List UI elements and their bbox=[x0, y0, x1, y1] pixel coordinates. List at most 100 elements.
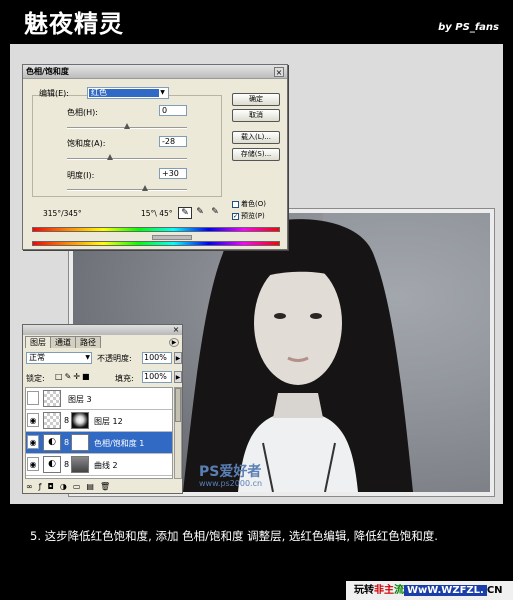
chevron-down-icon: ▼ bbox=[85, 354, 90, 361]
load-button[interactable]: 载入(L)... bbox=[232, 131, 280, 144]
panel-close-icon[interactable]: × bbox=[172, 326, 180, 334]
edit-label: 编辑(E): bbox=[39, 89, 69, 98]
brand-part-1: 玩转 bbox=[354, 585, 374, 596]
opacity-input[interactable]: 100% bbox=[142, 352, 172, 364]
header: 魅夜精灵 by PS_fans bbox=[0, 0, 513, 44]
fill-input[interactable]: 100% bbox=[142, 371, 172, 383]
adjustment-icon: ◐ bbox=[43, 434, 61, 451]
lock-all-icon[interactable]: ■ bbox=[82, 372, 92, 381]
watermark-logo: PS爱好者 bbox=[199, 464, 262, 480]
hue-slider-thumb[interactable] bbox=[124, 123, 130, 129]
saturation-label: 饱和度(A): bbox=[67, 139, 106, 148]
panel-titlebar bbox=[23, 325, 182, 335]
blend-mode-select[interactable]: 正常 ▼ bbox=[26, 352, 92, 364]
eye-icon[interactable]: ◉ bbox=[27, 457, 39, 471]
hue-label: 色相(H): bbox=[67, 108, 98, 117]
tab-layers[interactable]: 图层 bbox=[25, 336, 51, 348]
scrollbar-thumb[interactable] bbox=[175, 388, 181, 422]
lock-paint-icon[interactable]: ✎ bbox=[65, 372, 74, 381]
brand-part-3: 流 bbox=[394, 585, 404, 596]
cancel-button[interactable]: 取消 bbox=[232, 109, 280, 122]
trash-icon[interactable]: 🗑 bbox=[100, 482, 116, 491]
adjustment-icon: ◐ bbox=[43, 456, 61, 473]
lock-transparency-icon[interactable]: □ bbox=[55, 372, 65, 381]
layer-row[interactable]: 图层 3 bbox=[26, 388, 172, 410]
layer-row[interactable]: ◉ ◐ 8 曲线 2 bbox=[26, 454, 172, 476]
lightness-slider-thumb[interactable] bbox=[142, 185, 148, 191]
lock-move-icon[interactable]: ✛ bbox=[73, 372, 82, 381]
layers-panel: × 图层 通道 路径 ▶ 正常 ▼ 不透明度: 100% ▶ 锁定: □✎✛■ 填充… bbox=[22, 324, 183, 494]
watermark-url: www.ps2000.cn bbox=[199, 479, 263, 488]
lightness-label: 明度(I): bbox=[67, 171, 95, 180]
link-icon: 8 bbox=[64, 460, 70, 469]
opacity-label: 不透明度: bbox=[97, 354, 132, 363]
new-layer-icon[interactable]: ▤ bbox=[86, 482, 100, 491]
step-caption: 5. 这步降低红色饱和度, 添加 色相/饱和度 调整层, 选红色编辑, 降低红色… bbox=[30, 529, 438, 543]
edit-channel-select[interactable]: 红色 ▼ bbox=[87, 87, 169, 99]
hue-input[interactable]: 0 bbox=[159, 105, 187, 116]
blend-mode-value: 正常 bbox=[29, 353, 45, 362]
preview-checkbox[interactable]: ✓ 预览(P) bbox=[232, 211, 265, 221]
colorize-label: 着色(O) bbox=[241, 200, 266, 208]
input-spectrum-bar bbox=[32, 227, 280, 232]
lock-icons-group: □✎✛■ bbox=[55, 372, 92, 381]
layer-thumbnail bbox=[43, 412, 61, 429]
checkmark-icon: ✓ bbox=[232, 212, 239, 220]
brand-tld: CN bbox=[486, 585, 503, 596]
layer-list: 图层 3 ◉ 8 图层 12 ◉ ◐ 8 色相/饱和度 1 ◉ ◐ 8 曲线 2 bbox=[25, 387, 173, 479]
lightness-slider[interactable] bbox=[67, 189, 187, 191]
brand-url: WwW.WZFZL. bbox=[404, 585, 487, 596]
range-segment[interactable] bbox=[152, 235, 192, 240]
layer-mask-thumbnail bbox=[71, 456, 89, 473]
new-adjustment-icon[interactable]: ◑ bbox=[60, 482, 73, 491]
footer-brand: 玩转非主流 WwW.WZFZL. CN bbox=[346, 581, 513, 600]
brand-part-2: 非主 bbox=[374, 585, 394, 596]
layer-style-icon[interactable]: ƒ bbox=[39, 482, 48, 491]
fill-arrow-icon[interactable]: ▶ bbox=[174, 371, 182, 383]
saturation-slider[interactable] bbox=[67, 158, 187, 160]
dialog-close-button[interactable]: × bbox=[274, 67, 284, 77]
saturation-input[interactable]: -28 bbox=[159, 136, 187, 147]
link-layers-icon[interactable]: ∞ bbox=[26, 482, 39, 491]
eye-icon[interactable]: ◉ bbox=[27, 435, 39, 449]
ok-button[interactable]: 确定 bbox=[232, 93, 280, 106]
range-right-readout: 15°\ 45° bbox=[141, 209, 173, 218]
chevron-down-icon: ▼ bbox=[160, 89, 165, 96]
panel-menu-icon[interactable]: ▶ bbox=[169, 338, 179, 347]
layer-mask-thumbnail bbox=[71, 412, 89, 429]
layer-row[interactable]: ◉ 8 图层 12 bbox=[26, 410, 172, 432]
eyedropper-plus-icon[interactable]: ✎ bbox=[193, 207, 207, 219]
eye-icon[interactable]: ◉ bbox=[27, 413, 39, 427]
tab-channels[interactable]: 通道 bbox=[50, 336, 76, 348]
eyedropper-icon[interactable]: ✎ bbox=[178, 207, 192, 219]
tab-paths[interactable]: 路径 bbox=[75, 336, 101, 348]
output-spectrum-bar bbox=[32, 241, 280, 246]
eyedropper-minus-icon[interactable]: ✎ bbox=[208, 207, 222, 219]
visibility-toggle[interactable] bbox=[27, 391, 39, 405]
saturation-slider-thumb[interactable] bbox=[107, 154, 113, 160]
layer-mask-thumbnail bbox=[71, 434, 89, 451]
hue-saturation-dialog: 色相/饱和度 × 编辑(E): 红色 ▼ 色相(H): 0 饱和度(A): -2… bbox=[22, 64, 288, 250]
fill-label: 填充: bbox=[115, 374, 134, 383]
lightness-input[interactable]: +30 bbox=[159, 168, 187, 179]
layer-list-scrollbar[interactable] bbox=[174, 387, 182, 479]
layer-row-selected[interactable]: ◉ ◐ 8 色相/饱和度 1 bbox=[26, 432, 172, 454]
range-left-readout: 315°/345° bbox=[43, 209, 82, 218]
edit-channel-value: 红色 bbox=[89, 89, 159, 97]
layer-tools-bar: ∞ƒ◘◑▭▤🗑 bbox=[26, 482, 116, 492]
colorize-checkbox-box bbox=[232, 200, 239, 208]
layer-name: 色相/饱和度 1 bbox=[94, 439, 145, 448]
new-group-icon[interactable]: ▭ bbox=[73, 482, 87, 491]
save-button[interactable]: 存储(S)... bbox=[232, 148, 280, 161]
byline: by PS_fans bbox=[438, 22, 499, 33]
preview-label: 预览(P) bbox=[241, 212, 265, 220]
layer-name: 曲线 2 bbox=[94, 461, 118, 470]
layer-name: 图层 3 bbox=[68, 395, 92, 404]
opacity-arrow-icon[interactable]: ▶ bbox=[174, 352, 182, 364]
lock-label: 锁定: bbox=[26, 374, 45, 383]
layer-thumbnail bbox=[43, 390, 61, 407]
colorize-checkbox[interactable]: 着色(O) bbox=[232, 199, 266, 209]
page-title: 魅夜精灵 bbox=[24, 10, 124, 38]
layer-name: 图层 12 bbox=[94, 417, 123, 426]
add-mask-icon[interactable]: ◘ bbox=[48, 482, 60, 491]
